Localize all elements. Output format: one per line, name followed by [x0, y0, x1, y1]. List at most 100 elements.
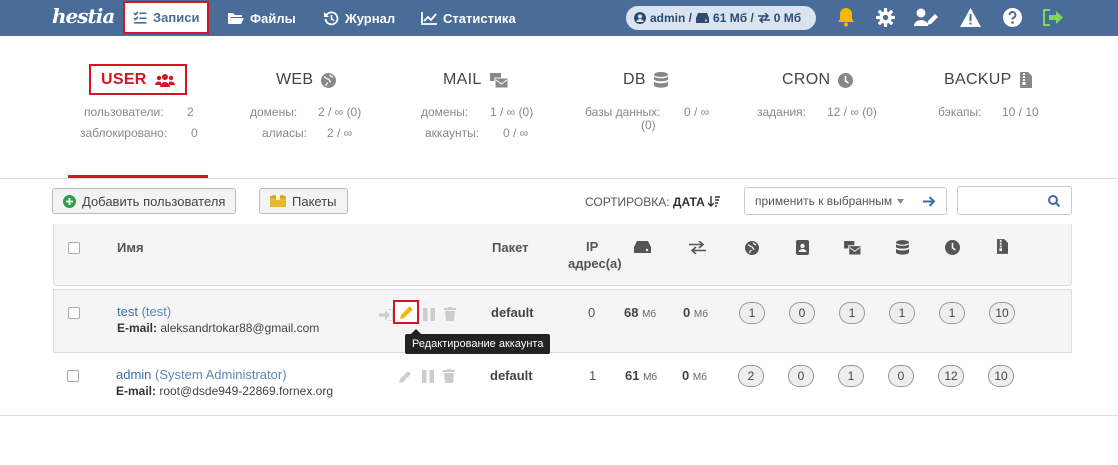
stat-web-title: WEB — [276, 71, 314, 88]
globe-icon[interactable] — [745, 241, 759, 255]
user-name-link[interactable]: test (test) — [117, 304, 171, 319]
user-edit-icon[interactable] — [914, 8, 938, 27]
nav-log[interactable]: Журнал — [324, 0, 395, 36]
hdd-icon[interactable] — [634, 241, 651, 253]
stat-db-title: DB — [623, 71, 646, 88]
stat-tab-cron[interactable]: CRON — [782, 71, 854, 89]
row-mail-count[interactable]: 1 — [838, 365, 864, 387]
arrow-right-icon[interactable] — [923, 196, 936, 207]
plus-circle-icon — [63, 194, 76, 208]
row-dns-count[interactable]: 0 — [788, 365, 814, 387]
row-web-count[interactable]: 1 — [739, 302, 765, 324]
nav-files-label: Файлы — [250, 10, 296, 26]
apply-select-label: применить к выбранным — [755, 194, 893, 208]
edit-account-button[interactable] — [393, 300, 419, 324]
file-archive-icon — [1019, 72, 1032, 88]
exchange-icon — [757, 13, 770, 23]
row-mail-count[interactable]: 1 — [839, 302, 865, 324]
sort-control[interactable]: СОРТИРОВКА: ДАТА — [585, 195, 721, 209]
user-usage-pill[interactable]: admin / 61 Мб / 0 Мб — [626, 6, 816, 30]
bell-icon[interactable] — [837, 7, 855, 27]
users-icon — [154, 73, 175, 87]
packages-label: Пакеты — [292, 193, 337, 209]
stat-user-line-1: пользователи: — [84, 105, 164, 119]
row-checkbox[interactable] — [68, 307, 80, 319]
logout-icon[interactable] — [1043, 9, 1063, 26]
header-name[interactable]: Имя — [117, 240, 144, 255]
nav-log-label: Журнал — [345, 10, 396, 26]
database-icon[interactable] — [896, 240, 909, 255]
user-pill-user: admin / — [650, 11, 693, 25]
stat-web-label-2: алиасы: — [262, 126, 308, 140]
row-dns-count[interactable]: 0 — [789, 302, 815, 324]
apply-to-selected[interactable]: применить к выбранным — [744, 187, 947, 215]
stat-tab-user[interactable]: USER — [89, 64, 187, 95]
mail-bulk-icon — [489, 72, 508, 88]
box-icon — [270, 195, 286, 207]
row-cron-count[interactable]: 12 — [938, 365, 964, 387]
nav-files[interactable]: Файлы — [228, 0, 296, 36]
caret-down-icon — [897, 198, 905, 204]
row-web-count[interactable]: 2 — [738, 365, 764, 387]
help-icon[interactable] — [1003, 8, 1022, 27]
stat-tab-web[interactable]: WEB — [276, 71, 337, 89]
mail-bulk-icon[interactable] — [844, 241, 861, 255]
clock-icon[interactable] — [945, 240, 960, 255]
row-db-count[interactable]: 1 — [889, 302, 915, 324]
logo[interactable]: hestia — [52, 4, 115, 28]
stat-mail-label-1: домены: — [421, 105, 469, 119]
add-user-label: Добавить пользователя — [82, 193, 226, 209]
nav-records[interactable]: Записи — [123, 1, 210, 34]
database-icon — [653, 72, 668, 88]
stats-divider — [0, 178, 1118, 179]
select-all-checkbox[interactable] — [68, 242, 80, 254]
row-db-count[interactable]: 0 — [888, 365, 914, 387]
trash-icon[interactable] — [443, 369, 455, 383]
stat-tab-mail[interactable]: MAIL — [443, 71, 508, 89]
nav-statistics[interactable]: Статистика — [421, 0, 516, 36]
row-backup-count[interactable]: 10 — [989, 302, 1015, 324]
table-row[interactable]: test (test) E-mail: aleksandrtokar88@gma… — [53, 289, 1072, 353]
pause-icon[interactable] — [423, 308, 435, 321]
add-user-button[interactable]: Добавить пользователя — [52, 188, 237, 214]
stat-tab-backup[interactable]: BACKUP — [944, 71, 1032, 89]
file-archive-icon[interactable] — [997, 239, 1008, 254]
row-bandwidth: 0 Мб — [683, 305, 708, 320]
row-ip-count: 0 — [588, 305, 596, 320]
login-as-icon[interactable] — [379, 309, 393, 321]
stat-cron-value-1: 12 / ∞ (0) — [827, 105, 877, 119]
exchange-icon[interactable] — [689, 241, 706, 254]
sort-value: ДАТА — [672, 195, 705, 209]
row-backup-count[interactable]: 10 — [988, 365, 1014, 387]
search-input[interactable] — [957, 186, 1072, 215]
sort-desc-icon — [708, 196, 721, 207]
gear-icon[interactable] — [876, 8, 895, 27]
username: admin — [116, 367, 152, 382]
stat-mail-value-2: 0 / ∞ — [503, 126, 529, 140]
header-ip-line1[interactable]: IP — [586, 239, 598, 254]
stat-tab-db[interactable]: DB — [623, 71, 668, 89]
trash-icon[interactable] — [444, 307, 456, 321]
search-icon[interactable] — [1048, 195, 1060, 207]
address-book-icon[interactable] — [796, 240, 809, 255]
globe-icon — [321, 72, 337, 88]
warning-icon[interactable] — [960, 8, 981, 27]
packages-button[interactable]: Пакеты — [259, 188, 348, 214]
folder-icon — [228, 12, 244, 24]
pause-icon[interactable] — [422, 370, 434, 383]
row-checkbox[interactable] — [67, 370, 79, 382]
stat-user-line-2: заблокировано: — [80, 126, 168, 140]
header-ip-line2[interactable]: адрес(а) — [568, 256, 622, 271]
row-package: default — [491, 305, 534, 320]
row-cron-count[interactable]: 1 — [939, 302, 965, 324]
pencil-icon — [399, 306, 412, 319]
header-package[interactable]: Пакет — [492, 240, 529, 255]
user-pill-disk: 61 Мб / — [713, 11, 754, 25]
top-bar: hestia Записи Файлы Журнал Статистика ad… — [0, 0, 1118, 36]
row-disk: 61 Мб — [625, 368, 658, 383]
stat-mail-title: MAIL — [443, 71, 482, 88]
chart-line-icon — [421, 11, 437, 25]
pencil-icon[interactable] — [399, 370, 412, 383]
table-row[interactable]: admin (System Administrator) E-mail: roo… — [53, 353, 1072, 417]
user-name-link[interactable]: admin (System Administrator) — [116, 367, 287, 382]
